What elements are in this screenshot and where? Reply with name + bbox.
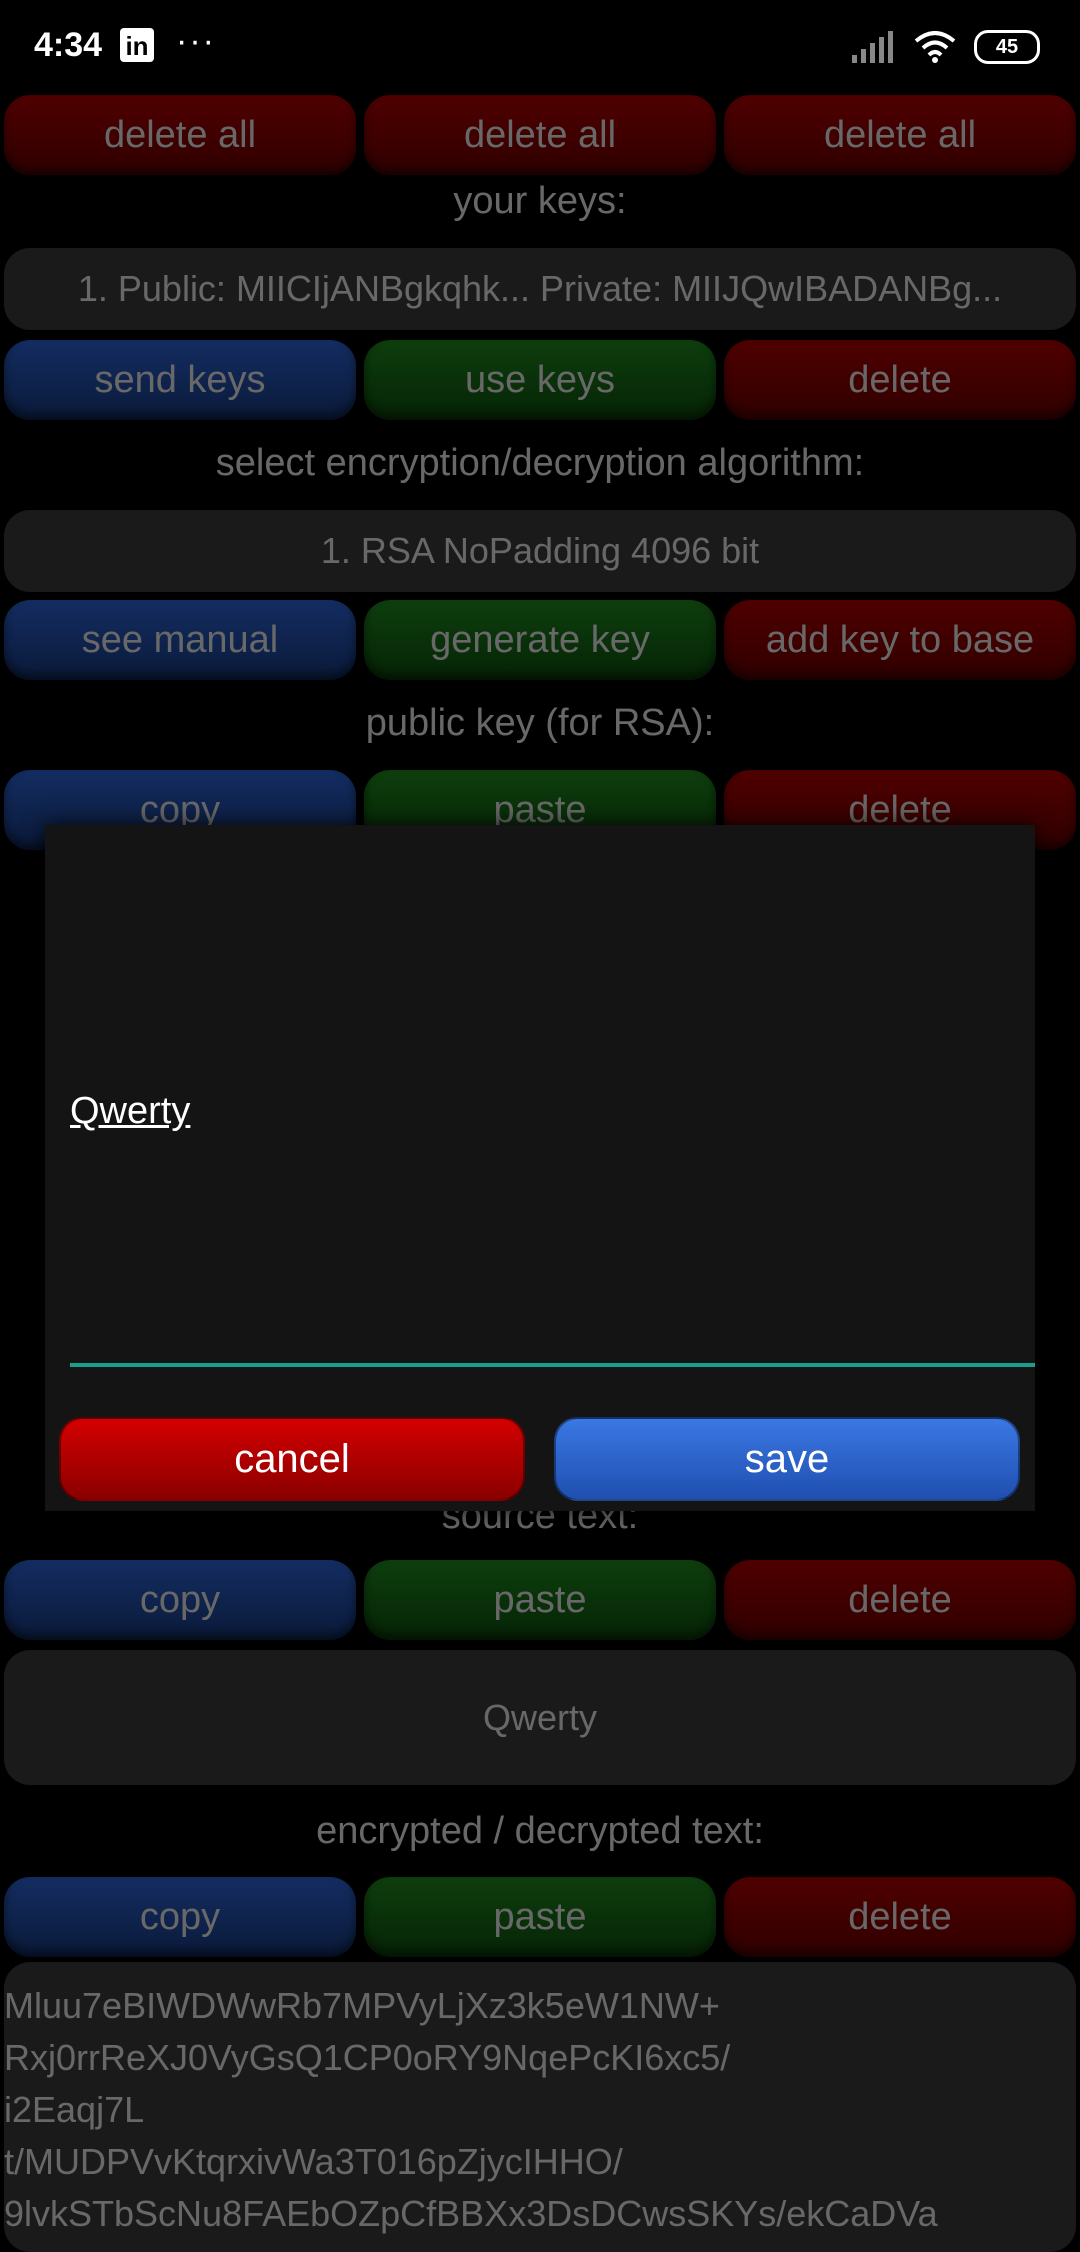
more-notifications-icon: ··· (176, 22, 216, 60)
send-keys-button[interactable]: send keys (4, 340, 356, 420)
add-key-to-base-button[interactable]: add key to base (724, 600, 1076, 680)
public-key-label: public key (for RSA): (365, 702, 715, 744)
result-delete-button[interactable]: delete (724, 1877, 1076, 1957)
source-copy-button[interactable]: copy (4, 1560, 356, 1640)
result-paste-button[interactable]: paste (364, 1877, 716, 1957)
result-line: Mluu7eBIWDWwRb7MPVyLjXz3k5eW1NW+ (4, 1985, 720, 2026)
save-button[interactable]: save (554, 1417, 1020, 1501)
result-line: /KrdN1J4a60grivruZkTrUxehW47xZL (4, 2240, 595, 2252)
generate-key-button[interactable]: generate key (364, 600, 716, 680)
your-keys-label: your keys: (453, 180, 627, 222)
algorithm-label: select encryption/decryption algorithm: (215, 442, 865, 484)
status-icons: 45 (852, 30, 1040, 64)
source-text-box[interactable]: Qwerty (4, 1650, 1076, 1785)
edit-text-dialog: Qwerty cancel save (45, 825, 1035, 1511)
wifi-icon (914, 31, 956, 63)
result-text-box[interactable]: Mluu7eBIWDWwRb7MPVyLjXz3k5eW1NW+ Rxj0rrR… (4, 1962, 1076, 2252)
use-keys-button[interactable]: use keys (364, 340, 716, 420)
linkedin-icon: in (120, 28, 154, 62)
see-manual-button[interactable]: see manual (4, 600, 356, 680)
delete-all-button-3[interactable]: delete all (724, 95, 1076, 175)
source-button-row: copy paste delete (4, 1560, 1076, 1640)
delete-key-button[interactable]: delete (724, 340, 1076, 420)
dialog-text-input[interactable]: Qwerty (70, 1090, 190, 1133)
clock: 4:34 (34, 26, 103, 64)
source-paste-button[interactable]: paste (364, 1560, 716, 1640)
result-copy-button[interactable]: copy (4, 1877, 356, 1957)
result-button-row: copy paste delete (4, 1877, 1076, 1957)
result-line: Rxj0rrReXJ0VyGsQ1CP0oRY9NqePcKI6xc5/ (4, 2037, 731, 2078)
key-button-row: send keys use keys delete (4, 340, 1076, 420)
delete-all-button-1[interactable]: delete all (4, 95, 356, 175)
status-bar: 4:34 in ··· 45 (0, 0, 1080, 90)
delete-all-button-2[interactable]: delete all (364, 95, 716, 175)
result-line: i2Eaqj7L (4, 2089, 145, 2130)
result-text-label: encrypted / decrypted text: (316, 1810, 764, 1852)
input-underline (70, 1363, 1035, 1367)
battery-icon: 45 (974, 30, 1040, 64)
algorithm-button-row: see manual generate key add key to base (4, 600, 1076, 680)
source-delete-button[interactable]: delete (724, 1560, 1076, 1640)
top-button-row: delete all delete all delete all (4, 95, 1076, 175)
result-line: 9lvkSTbScNu8FAEbOZpCfBBXx3DsDCwsSKYs/ekC… (4, 2193, 938, 2234)
signal-icon (852, 31, 893, 63)
key-list-item[interactable]: 1. Public: MIICIjANBgkqhk... Private: MI… (4, 248, 1076, 330)
algorithm-list-item[interactable]: 1. RSA NoPadding 4096 bit (4, 510, 1076, 592)
result-line: t/MUDPVvKtqrxivWa3T016pZjycIHHO/ (4, 2141, 623, 2182)
cancel-button[interactable]: cancel (59, 1417, 525, 1501)
